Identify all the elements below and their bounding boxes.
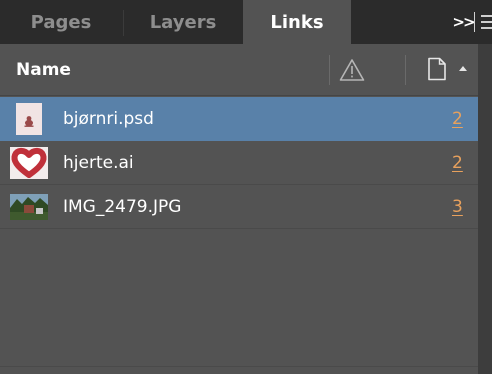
heart-thumbnail-icon (10, 147, 48, 179)
sort-ascending-icon[interactable] (458, 64, 468, 72)
tab-layers[interactable]: Layers (124, 0, 242, 44)
link-name: bjørnri.psd (63, 109, 154, 129)
page-icon[interactable] (427, 57, 447, 81)
list-item[interactable]: hjerte.ai 2 (0, 141, 478, 185)
link-page-count[interactable]: 3 (452, 185, 463, 229)
tab-bar-divider (474, 12, 475, 32)
links-panel: Pages Layers Links >> Name bjørnri.psd 2… (0, 0, 492, 374)
list-item[interactable]: bjørnri.psd 2 (0, 97, 478, 141)
list-item[interactable]: IMG_2479.JPG 3 (0, 185, 478, 229)
link-page-count[interactable]: 2 (452, 97, 463, 141)
panel-bottom-edge (0, 366, 478, 374)
tab-links[interactable]: Links (243, 0, 351, 44)
link-name: hjerte.ai (63, 153, 134, 173)
column-separator (405, 55, 406, 85)
link-page-count[interactable]: 2 (452, 141, 463, 185)
name-column-header[interactable]: Name (16, 44, 71, 96)
column-separator (329, 55, 330, 85)
warning-triangle-icon[interactable] (339, 58, 365, 82)
panel-tab-bar: Pages Layers Links >> (0, 0, 492, 44)
photo-thumbnail-icon (10, 191, 48, 223)
panel-scrollbar-track[interactable] (478, 44, 492, 374)
link-name: IMG_2479.JPG (63, 197, 182, 217)
tab-pages[interactable]: Pages (0, 0, 122, 44)
bear-thumbnail-icon (10, 103, 48, 135)
panel-menu-icon[interactable] (481, 13, 492, 31)
column-header-row: Name (0, 44, 478, 96)
